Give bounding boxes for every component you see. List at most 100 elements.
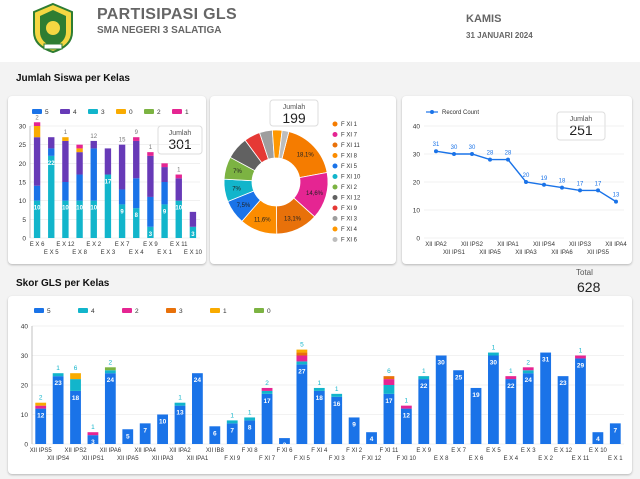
bar-segment-2	[35, 405, 47, 409]
bar-segment-2	[175, 174, 182, 179]
section-title-skor: Skor GLS per Kelas	[16, 278, 110, 289]
x-tick-label: E X 7	[115, 242, 130, 248]
bar-value-label: 10	[90, 206, 97, 212]
x-tick-label: F XI 10	[397, 456, 417, 462]
bar-total-label: 1	[405, 398, 409, 405]
bar-value-label: 17	[385, 398, 393, 405]
x-tick-label: E X 6	[30, 242, 45, 248]
y-tick-label: 5	[22, 217, 26, 224]
x-tick-label: E X 5	[44, 250, 59, 256]
x-tick-label: XII IPA6	[551, 250, 573, 256]
x-tick-label: XII IPA5	[117, 456, 139, 462]
bar-segment-3	[76, 174, 83, 201]
bar-value-label: 10	[76, 206, 83, 212]
bar-value-label: 30	[438, 360, 446, 367]
bar-segment-5	[76, 152, 83, 175]
bar-segment-1	[296, 349, 308, 353]
y-tick-label: 10	[19, 198, 27, 205]
x-tick-label: E X 8	[434, 456, 449, 462]
bar-segment-4	[261, 390, 273, 394]
x-tick-label: XII IB8	[206, 448, 225, 454]
x-tick-label: F XI 2	[346, 448, 363, 454]
total-value: 628	[577, 279, 601, 295]
pie-legend-swatch	[332, 153, 338, 158]
chart4-legend-swatch	[78, 308, 88, 313]
x-tick-label: XII IPA3	[515, 250, 537, 256]
pie-legend-swatch	[332, 142, 338, 148]
x-tick-label: E X 1	[608, 456, 623, 462]
chart3-legend-marker	[430, 110, 434, 114]
line-point	[560, 185, 564, 190]
x-tick-label: E X 2	[86, 242, 101, 248]
y-tick-label: 40	[21, 324, 29, 331]
chart-class-x: 5 4 3 0 2 1Jumlah30105101520253010E X 622E X …	[19, 109, 203, 256]
chart4-legend-swatch	[34, 308, 44, 313]
x-tick-label: E X 7	[451, 448, 466, 454]
line-value-label: 17	[577, 181, 584, 187]
pie-legend-swatch	[332, 174, 338, 179]
pie-legend-label: F XI 11	[341, 143, 361, 149]
bar-segment-3	[133, 178, 140, 209]
bar-total-label: 1	[248, 409, 252, 416]
x-tick-label: XII IPA1	[497, 242, 519, 248]
chart4-legend-swatch	[166, 308, 176, 313]
chart-panel-class-x[interactable]: 5 4 3 0 2 1 Jumlah 301 0 5 10 15 20 25 30 10 E X 6 22 E X …	[8, 96, 206, 264]
x-tick-label: XII IPA2	[425, 242, 447, 248]
bar-segment-1	[35, 402, 47, 406]
pie-legend-label: F XI 12	[341, 196, 361, 202]
pie-legend-swatch	[332, 184, 338, 190]
bar-segment-5	[575, 358, 586, 444]
y-tick-label: 0	[24, 442, 28, 449]
bar-total-label: 1	[509, 368, 513, 375]
bar-segment-5	[540, 352, 552, 444]
y-tick-label: 20	[21, 383, 29, 390]
bar-total-label: 1	[178, 395, 182, 402]
line-value-label: 28	[487, 151, 494, 157]
bar-segment-4	[488, 352, 499, 356]
bar-value-label: 22	[420, 383, 428, 390]
bar-segment-5	[488, 355, 499, 444]
y-tick-label: 30	[19, 124, 27, 131]
line-value-label: 30	[469, 145, 476, 151]
bar-segment-5	[175, 178, 182, 201]
line-value-label: 30	[451, 145, 458, 151]
bar-total-label: 1	[91, 424, 95, 431]
chart-panel-class-xi[interactable]: Jumlah 199 18,1% 14,6% 13,1% 11,6% 7,5% 7% 7% F X…	[210, 96, 396, 264]
bar-value-label: 7	[143, 427, 147, 434]
x-tick-label: XII IPA4	[605, 242, 627, 248]
x-tick-label: E X 3	[101, 250, 116, 256]
bar-value-label: 12	[403, 413, 411, 420]
pie-legend-label: F XI 5	[341, 164, 358, 170]
bar-segment-0	[76, 148, 83, 153]
line-value-label: 31	[433, 142, 440, 148]
line-value-label: 19	[541, 176, 548, 182]
line-value-label: 20	[523, 173, 530, 179]
x-tick-label: F XI 3	[329, 456, 346, 462]
bar-segment-1	[70, 373, 81, 380]
chart-panel-class-xii[interactable]: Record Count Jumlah 251 0 10 20 30 40 31 XII IPA2…	[402, 96, 632, 264]
bar-segment-4	[313, 387, 325, 391]
bar-segment-4	[331, 393, 343, 397]
x-tick-label: XII IPA2	[169, 448, 191, 454]
bar-segment-4	[52, 373, 64, 377]
bar-segment-3	[296, 352, 308, 356]
total-label: Total	[576, 268, 593, 277]
x-tick-label: XII IPS5	[587, 250, 610, 256]
day-label: KAMIS	[466, 13, 502, 25]
x-tick-label: E X 12	[56, 242, 75, 248]
bar-value-label: 13	[176, 410, 184, 417]
x-tick-label: F XI 6	[276, 448, 293, 454]
bar-total-label: 6	[387, 368, 391, 375]
chart3-legend-label: Record Count	[442, 110, 479, 116]
bar-segment-4	[174, 402, 186, 406]
chart-panel-skor-gls[interactable]: 5 4 2 3 1 0 0 10 20 30 40 12 XII IPS5 23 XII IPS4 18 XII…	[8, 296, 632, 474]
bar-value-label: 7	[613, 427, 617, 434]
bar-value-label: 23	[559, 380, 567, 387]
x-tick-label: F XI 5	[294, 456, 311, 462]
chart1-legend-swatch	[116, 109, 126, 114]
bar-value-label: 31	[542, 357, 550, 364]
x-tick-label: XII IPS2	[461, 242, 484, 248]
bar-total-label: 1	[64, 130, 68, 136]
bar-segment-2	[522, 367, 534, 371]
bar-total-label: 1	[492, 345, 496, 352]
